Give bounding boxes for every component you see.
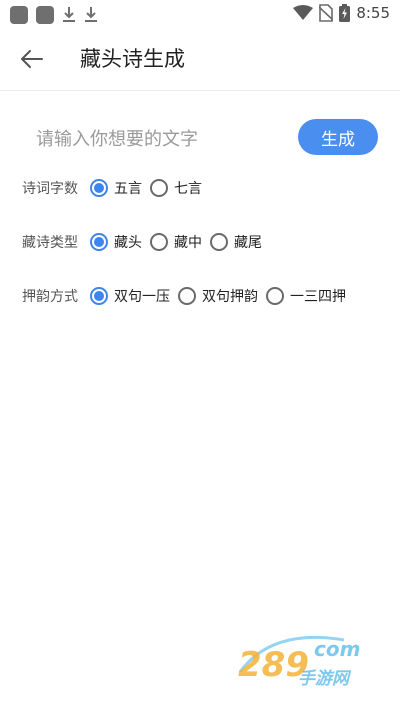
app-square-icon (10, 6, 28, 24)
option-hide-head[interactable]: 藏头 (90, 232, 142, 252)
status-bar: 8:55 (0, 0, 400, 28)
option-label: 七言 (174, 181, 202, 197)
option-seven-char[interactable]: 七言 (150, 178, 202, 198)
option-hide-tail[interactable]: 藏尾 (210, 232, 262, 252)
app-square-icon (36, 6, 54, 24)
site-watermark-logo: 289 com 手游网 (238, 636, 360, 689)
rhyme-mode-group: 押韵方式 双句一压 双句押韵 一三四押 (22, 283, 354, 309)
download-icon (85, 7, 97, 22)
hide-type-group: 藏诗类型 藏头 藏中 藏尾 (22, 229, 270, 255)
radio-checked[interactable] (90, 179, 108, 197)
radio-unchecked[interactable] (178, 287, 196, 305)
battery-charging-icon (339, 4, 351, 22)
app-toolbar: 藏头诗生成 (0, 28, 400, 91)
option-rhyme-134[interactable]: 一三四押 (266, 286, 346, 306)
generate-button[interactable]: 生成 (298, 119, 378, 155)
download-icon (63, 7, 75, 22)
option-label: 藏头 (114, 235, 142, 251)
option-rhyme-double[interactable]: 双句押韵 (178, 286, 258, 306)
radio-unchecked[interactable] (266, 287, 284, 305)
radio-unchecked[interactable] (150, 179, 168, 197)
option-label: 藏尾 (234, 235, 262, 251)
status-bar-left (10, 6, 106, 24)
poem-length-group: 诗词字数 五言 七言 (22, 175, 210, 201)
page-title: 藏头诗生成 (80, 47, 185, 71)
arrow-left-icon[interactable] (20, 48, 44, 70)
group-label-hide-type: 藏诗类型 (22, 235, 78, 251)
option-label: 一三四押 (290, 289, 346, 305)
option-five-char[interactable]: 五言 (90, 178, 142, 198)
poem-text-input[interactable] (34, 121, 288, 157)
radio-unchecked[interactable] (150, 233, 168, 251)
radio-checked[interactable] (90, 287, 108, 305)
no-sim-icon (319, 4, 334, 22)
option-hide-middle[interactable]: 藏中 (150, 232, 202, 252)
option-rhyme-double-one[interactable]: 双句一压 (90, 286, 170, 306)
option-label: 双句押韵 (202, 289, 258, 305)
status-bar-right: 8:55 (287, 4, 390, 22)
group-label-poem-length: 诗词字数 (22, 181, 78, 197)
group-label-rhyme-mode: 押韵方式 (22, 289, 78, 305)
option-label: 藏中 (174, 235, 202, 251)
option-label: 五言 (114, 181, 142, 197)
watermark-sub: 手游网 (298, 669, 352, 689)
radio-unchecked[interactable] (210, 233, 228, 251)
radio-checked[interactable] (90, 233, 108, 251)
watermark-suffix: com (314, 637, 360, 661)
wifi-icon (293, 5, 314, 20)
option-label: 双句一压 (114, 289, 170, 305)
status-time: 8:55 (356, 4, 390, 22)
input-row: 生成 (0, 117, 400, 159)
